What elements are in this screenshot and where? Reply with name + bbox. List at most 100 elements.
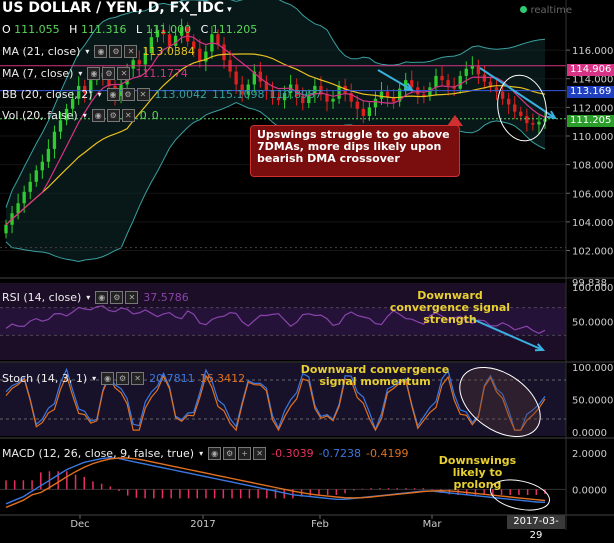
rsi-value: 37.5786 [143, 291, 189, 304]
eye-icon[interactable]: ◉ [91, 109, 105, 122]
candle-body [16, 203, 20, 214]
close-icon[interactable]: ✕ [253, 447, 267, 460]
bb-upper-value: 115.1098 [212, 88, 265, 101]
candle-body [446, 80, 450, 86]
candle-body [464, 68, 468, 76]
candle-body [331, 98, 335, 102]
eye-icon[interactable]: ◉ [208, 447, 222, 460]
indicator-vol[interactable]: Vol (20, false) ▾ ◉ ⚙ ✕ 0 0 [2, 109, 159, 122]
candle-body [52, 131, 57, 149]
macd-hist-value: -0.3039 [271, 447, 314, 460]
chevron-down-icon[interactable]: ▾ [85, 47, 89, 56]
low-value: 111.000 [145, 23, 192, 36]
stoch-tick-label: 0.0000 [572, 428, 607, 439]
eye-icon[interactable]: ◉ [87, 67, 101, 80]
candle-body [137, 60, 141, 65]
callout-box: Upswings struggle to go above 7DMAs, mor… [250, 115, 463, 177]
price-tick-label: 112.000 [572, 103, 613, 114]
candle-body [519, 111, 523, 116]
ma7-value: 111.1774 [135, 67, 188, 80]
candle-body [222, 44, 226, 61]
indicator-rsi[interactable]: RSI (14, close) ▾ ◉ ⚙ ✕ 37.5786 [2, 291, 189, 304]
candle-body [525, 115, 529, 124]
chevron-down-icon[interactable]: ▾ [83, 111, 87, 120]
gear-icon[interactable]: ⚙ [223, 447, 237, 460]
plus-icon[interactable]: + [238, 447, 252, 460]
close-icon[interactable]: ✕ [121, 109, 135, 122]
gear-icon[interactable]: ⚙ [102, 67, 116, 80]
price-box-ma21: 113.169 [567, 86, 614, 98]
candle-body [422, 94, 426, 96]
candle-body [500, 91, 505, 99]
current-date-label: 2017-03-29 [507, 515, 565, 541]
candle-body [440, 75, 444, 81]
stoch-tick-label: 100.000 [572, 363, 613, 374]
eye-icon[interactable]: ◉ [101, 372, 115, 385]
candle-body [337, 85, 341, 99]
close-icon[interactable]: ✕ [131, 372, 145, 385]
candle-body [22, 191, 26, 204]
candle-body [198, 48, 202, 62]
time-tick-label: Dec [70, 519, 89, 530]
eye-icon[interactable]: ◉ [94, 45, 108, 58]
eye-icon[interactable]: ◉ [95, 291, 109, 304]
chevron-down-icon[interactable]: ▾ [199, 449, 203, 458]
ma21-value: 113.0384 [142, 45, 195, 58]
realtime-label: realtime [530, 5, 572, 16]
indicator-ma7[interactable]: MA (7, close) ▾ ◉ ⚙ ✕ 111.1774 [2, 67, 188, 80]
chevron-down-icon[interactable]: ▾ [92, 374, 96, 383]
close-icon[interactable]: ✕ [136, 88, 150, 101]
close-icon[interactable]: ✕ [117, 67, 131, 80]
candle-body [367, 107, 372, 116]
indicator-ma21[interactable]: MA (21, close) ▾ ◉ ⚙ ✕ 113.0384 [2, 45, 195, 58]
close-key: C [200, 23, 209, 36]
bb-lower-value: 110.8987 [269, 88, 323, 101]
candle-body [234, 71, 238, 85]
price-tick-label: 114.000 [572, 75, 613, 86]
high-key: H [69, 23, 78, 36]
gear-icon[interactable]: ⚙ [121, 88, 135, 101]
candle-body [40, 161, 45, 171]
realtime-indicator: realtime [520, 5, 572, 16]
chevron-down-icon[interactable]: ▾ [98, 90, 102, 99]
candle-body [476, 65, 481, 75]
ma7-label: MA (7, close) [2, 67, 74, 80]
chevron-down-icon[interactable]: ▾ [227, 5, 232, 15]
gear-icon[interactable]: ⚙ [110, 291, 124, 304]
eye-icon[interactable]: ◉ [106, 88, 120, 101]
price-tick-label: 102.000 [572, 247, 613, 258]
chevron-down-icon[interactable]: ▾ [86, 293, 90, 302]
chevron-down-icon[interactable]: ▾ [78, 69, 82, 78]
candle-body [379, 91, 384, 99]
close-icon[interactable]: ✕ [124, 45, 138, 58]
rsi-annotation: Downward convergence signal strength [389, 289, 511, 326]
macd-signal-value: -0.4199 [366, 447, 409, 460]
bb-label: BB (20, close, 2) [2, 88, 93, 101]
candle-body [361, 108, 365, 116]
price-tick-label: 106.000 [572, 189, 613, 200]
price-box-last: 111.205 [567, 115, 614, 127]
gear-icon[interactable]: ⚙ [106, 109, 120, 122]
candle-body [531, 123, 535, 125]
close-icon[interactable]: ✕ [125, 291, 139, 304]
price-tick-label: 108.000 [572, 161, 613, 172]
candle-body [537, 121, 541, 125]
candle-body [325, 94, 329, 102]
candle-body [4, 224, 8, 234]
macd-tick-label: 2.0000 [572, 449, 607, 460]
bb-basis-value: 113.0042 [154, 88, 208, 101]
indicator-macd[interactable]: MACD (12, 26, close, 9, false, true) ▾ ◉ ⚙… [2, 447, 409, 460]
ohlc-readout: O 111.055 H 111.316 L 111.000 C 111.205 [2, 23, 263, 36]
gear-icon[interactable]: ⚙ [109, 45, 123, 58]
symbol-title[interactable]: US DOLLAR / YEN, D, FX_IDC ▾ [2, 0, 232, 16]
gear-icon[interactable]: ⚙ [116, 372, 130, 385]
candle-body [355, 101, 359, 109]
candle-body [434, 75, 438, 88]
time-tick-label: Feb [311, 519, 329, 530]
indicator-stoch[interactable]: Stoch (14, 3, 1) ▾ ◉ ⚙ ✕ 20.7811 16.3412 [2, 372, 245, 385]
open-key: O [2, 23, 11, 36]
macd-value: -0.7238 [318, 447, 362, 460]
candle-body [28, 181, 32, 192]
macd-tick-label: 0.0000 [572, 485, 607, 496]
indicator-bb[interactable]: BB (20, close, 2) ▾ ◉ ⚙ ✕ 113.0042 115.1098… [2, 88, 322, 101]
